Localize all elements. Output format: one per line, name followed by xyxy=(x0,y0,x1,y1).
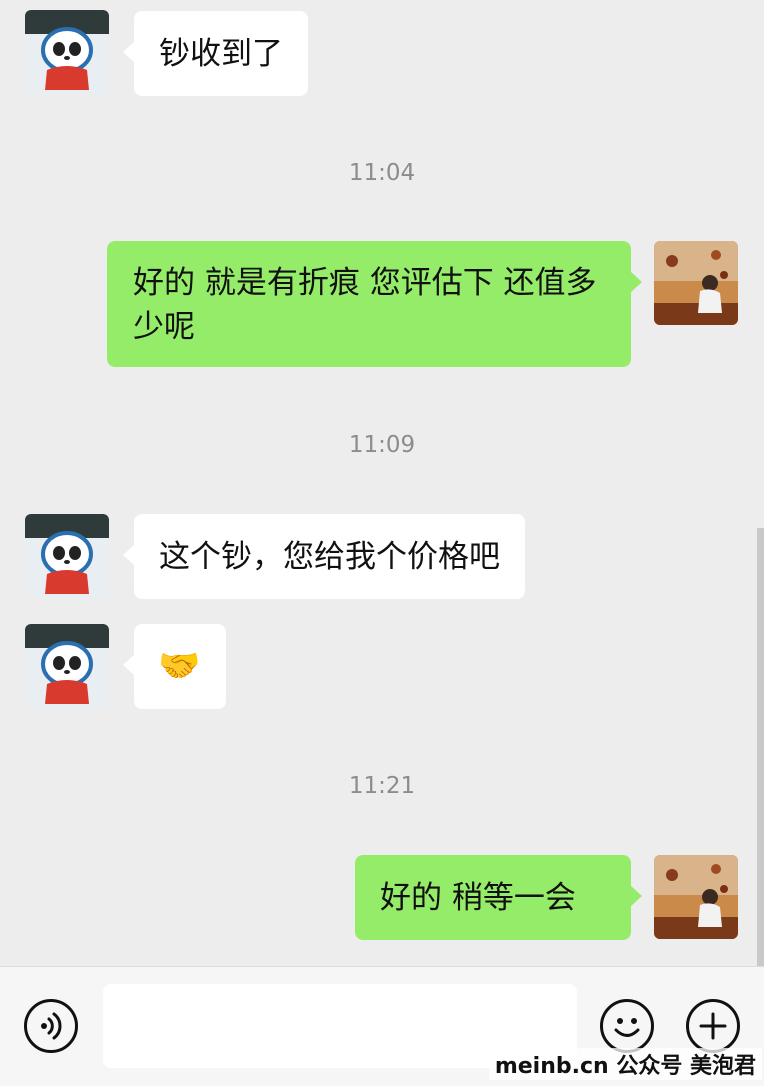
emoji-icon xyxy=(614,1018,640,1037)
timestamp: 11:04 xyxy=(348,160,416,186)
input-bar: meinb.cn 公众号 美泡君 xyxy=(0,966,764,1086)
plus-button[interactable] xyxy=(686,999,740,1053)
message-bubble-sent[interactable]: 好的 稍等一会 xyxy=(355,855,642,940)
message-bubble-received[interactable]: 钞收到了 xyxy=(123,11,308,96)
timestamp: 11:09 xyxy=(348,432,416,458)
handshake-icon: 🤝 xyxy=(158,646,201,686)
voice-button[interactable] xyxy=(24,999,78,1053)
my-avatar[interactable] xyxy=(654,855,738,939)
scrollbar[interactable] xyxy=(757,528,764,966)
voice-icon xyxy=(41,1012,62,1040)
plus-icon xyxy=(699,1012,727,1040)
chat-area[interactable]: 钞收到了 11:04 好的 就是有折痕 您评估下 还值多少呢 11:09 这个钞… xyxy=(0,0,764,966)
message-bubble-received[interactable]: 这个钞，您给我个价格吧 xyxy=(123,514,525,599)
contact-avatar[interactable] xyxy=(25,514,109,598)
my-avatar[interactable] xyxy=(654,241,738,325)
contact-avatar[interactable] xyxy=(25,10,109,94)
message-bubble-sent[interactable]: 好的 就是有折痕 您评估下 还值多少呢 xyxy=(107,241,642,367)
emoji-button[interactable] xyxy=(600,999,654,1053)
contact-avatar[interactable] xyxy=(25,624,109,708)
watermark: meinb.cn 公众号 美泡君 xyxy=(488,1048,762,1080)
message-bubble-received[interactable]: 🤝 xyxy=(123,624,226,709)
timestamp: 11:21 xyxy=(348,773,416,799)
